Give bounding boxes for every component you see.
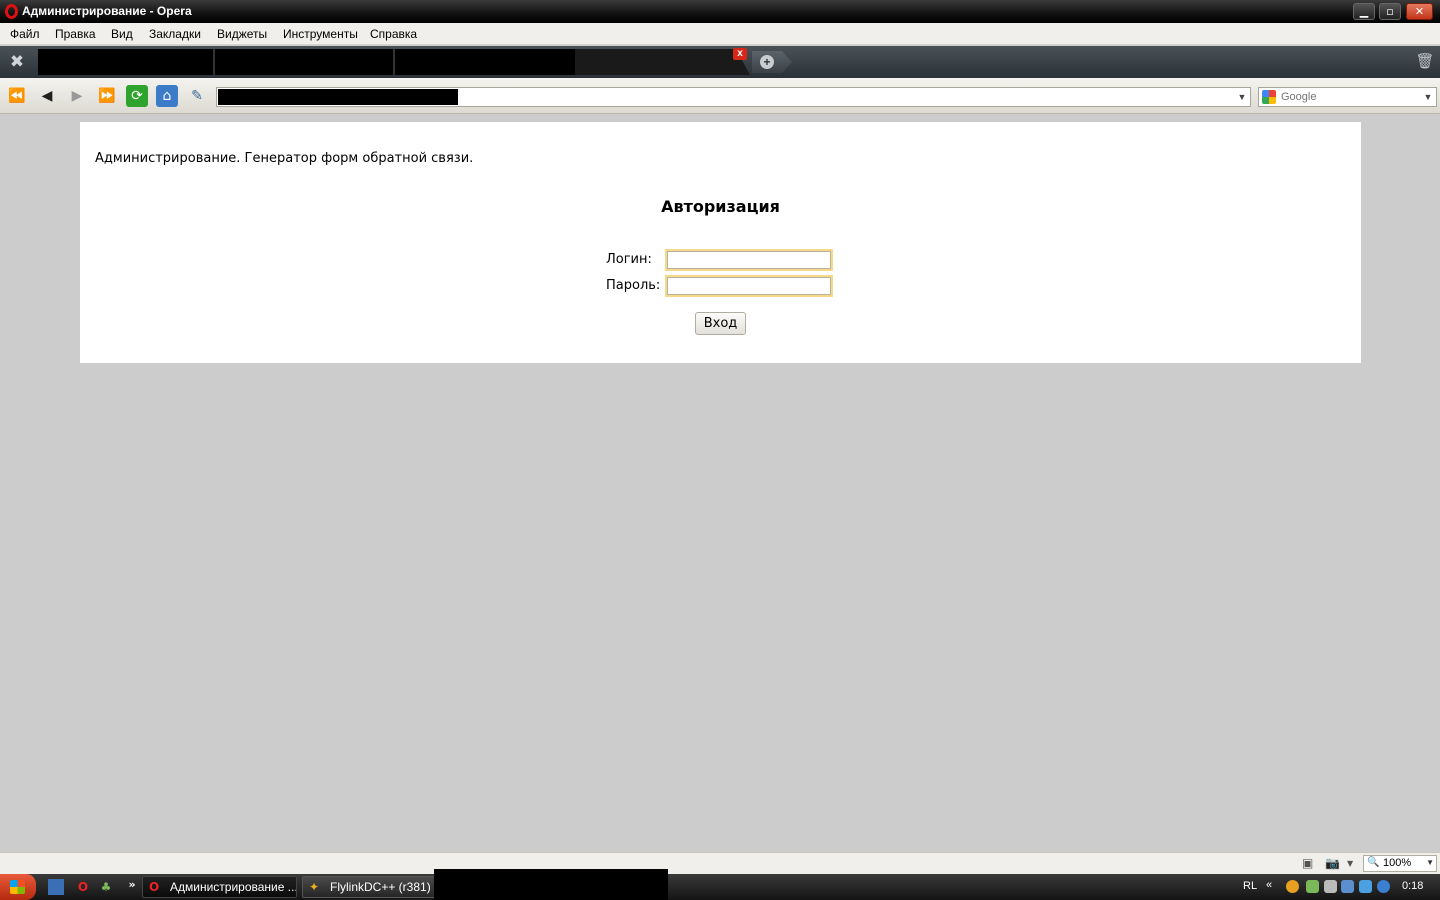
menu-file[interactable]: Файл <box>10 27 40 41</box>
tab-bar: ✖ x + 🗑 <box>0 46 1440 78</box>
tray-app-icon[interactable] <box>1324 880 1337 893</box>
task-opera[interactable]: O Администрирование ... <box>142 876 297 898</box>
opera-icon: O <box>149 880 160 894</box>
forward-icon[interactable]: ▶ <box>66 85 88 107</box>
app-quicklaunch-icon[interactable]: ♣ <box>98 879 114 895</box>
login-input[interactable] <box>667 251 831 269</box>
minimize-button[interactable]: ▁ <box>1353 3 1375 20</box>
menu-help[interactable]: Справка <box>370 27 417 41</box>
quicklaunch-more-icon[interactable]: » <box>124 877 140 893</box>
reload-icon[interactable]: ⟳ <box>126 85 148 107</box>
search-input[interactable] <box>1281 89 1421 105</box>
login-button[interactable]: Вход <box>695 312 746 335</box>
password-input[interactable] <box>667 277 831 295</box>
status-bar: ▣ 📷 ▼ <box>0 852 1440 874</box>
network-icon[interactable] <box>1341 880 1354 893</box>
chevron-down-icon[interactable]: ▼ <box>1426 858 1434 867</box>
panel-toggle-icon[interactable]: ✖ <box>4 51 30 73</box>
trash-icon[interactable]: 🗑 <box>1414 52 1436 72</box>
tab-divider <box>393 49 395 75</box>
search-field[interactable]: ▼ <box>1258 87 1437 107</box>
menu-widgets[interactable]: Виджеты <box>217 27 267 41</box>
password-label: Пароль: <box>606 278 661 293</box>
tab-divider <box>213 49 215 75</box>
task-label: FlylinkDC++ (r381) - [ <box>330 880 435 894</box>
fast-forward-icon[interactable]: ⏩ <box>96 85 118 107</box>
opera-logo-icon <box>5 4 18 19</box>
clock[interactable]: 0:18 <box>1402 880 1423 892</box>
window-titlebar[interactable]: Администрирование - Opera ▁ ▫ ✕ <box>0 0 1440 23</box>
login-label: Логин: <box>606 252 652 267</box>
chevron-down-icon[interactable]: ▼ <box>1421 89 1435 105</box>
task-label: Администрирование ... <box>170 880 297 894</box>
zoom-level: 100% <box>1383 857 1412 869</box>
tray-expand-icon[interactable]: « <box>1266 879 1272 891</box>
back-icon[interactable]: ◀ <box>36 85 58 107</box>
menu-bar: Файл Правка Вид Закладки Виджеты Инструм… <box>0 23 1440 45</box>
menu-bookmarks[interactable]: Закладки <box>149 27 201 41</box>
close-window-button[interactable]: ✕ <box>1406 3 1433 20</box>
windows-logo-icon <box>10 880 25 894</box>
chevron-down-icon[interactable]: ▼ <box>1347 859 1353 868</box>
tray-app-icon[interactable] <box>1377 880 1390 893</box>
google-icon[interactable] <box>1262 90 1276 104</box>
taskbar: O ♣ » O Администрирование ... ✦ FlylinkD… <box>0 869 1440 900</box>
opera-quicklaunch-icon[interactable]: O <box>75 879 91 895</box>
home-icon[interactable]: ⌂ <box>156 85 178 107</box>
edit-site-icon[interactable]: ✎ <box>186 85 208 107</box>
window-title: Администрирование - Opera <box>22 4 192 18</box>
tab-active[interactable] <box>575 49 750 75</box>
password-field[interactable] <box>665 275 833 297</box>
zoom-icon: 🔍 <box>1367 857 1380 868</box>
close-tab-icon[interactable]: x <box>733 48 747 60</box>
tray-app-icon[interactable] <box>1286 880 1299 893</box>
page-title: Авторизация <box>661 197 780 216</box>
new-tab-button[interactable]: + <box>752 51 792 73</box>
chevron-down-icon[interactable]: ▼ <box>1235 89 1249 105</box>
camera-icon[interactable]: 📷 <box>1325 856 1340 870</box>
redacted-tasks[interactable] <box>434 869 668 900</box>
start-button[interactable] <box>0 874 36 900</box>
menu-tools[interactable]: Инструменты <box>283 27 358 41</box>
show-desktop-icon[interactable] <box>48 879 64 895</box>
zoom-control[interactable]: 🔍 100% ▼ <box>1363 855 1437 872</box>
redacted-url <box>218 89 458 105</box>
site-title: Администрирование. Генератор форм обратн… <box>95 151 474 166</box>
task-flylink[interactable]: ✦ FlylinkDC++ (r381) - [ <box>302 876 435 898</box>
tray-app-icon[interactable] <box>1359 880 1372 893</box>
login-field[interactable] <box>665 249 833 271</box>
page-content: Администрирование. Генератор форм обратн… <box>80 122 1361 363</box>
plus-icon: + <box>760 55 774 69</box>
panel-icon[interactable]: ▣ <box>1302 856 1313 870</box>
restore-button[interactable]: ▫ <box>1379 3 1401 20</box>
language-indicator[interactable]: RL <box>1243 880 1257 892</box>
tray-app-icon[interactable] <box>1306 880 1319 893</box>
flylink-icon: ✦ <box>309 880 320 894</box>
menu-edit[interactable]: Правка <box>55 27 96 41</box>
menu-view[interactable]: Вид <box>111 27 133 41</box>
rewind-icon[interactable]: ⏪ <box>6 85 28 107</box>
address-field[interactable]: ▼ <box>216 87 1251 107</box>
